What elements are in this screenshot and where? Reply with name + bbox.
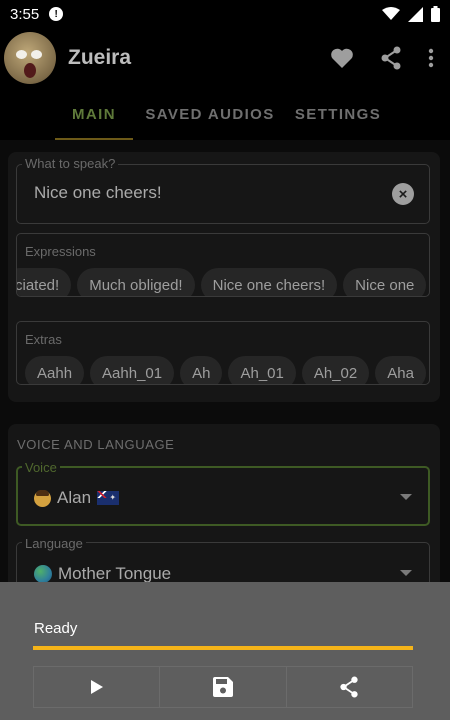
australia-flag-icon	[97, 491, 120, 505]
tab-saved-audios[interactable]: SAVED AUDIOS	[135, 88, 285, 140]
progress-fill	[33, 646, 413, 650]
person-emoji-icon	[34, 489, 51, 507]
language-label: Language	[22, 536, 86, 551]
signal-icon	[408, 6, 423, 22]
section-title: VOICE AND LANGUAGE	[17, 437, 175, 452]
speech-card: What to speak? Nice one cheers! × Expres…	[8, 152, 440, 402]
notification-icon: !	[49, 7, 64, 21]
chevron-down-icon	[400, 570, 412, 576]
status-icons	[382, 6, 440, 22]
share-button[interactable]	[286, 666, 413, 708]
extra-chip[interactable]: Ah	[180, 356, 223, 384]
speak-label: What to speak?	[22, 156, 119, 171]
voice-name: Alan	[57, 488, 92, 507]
battery-icon	[431, 6, 440, 22]
voice-language-card: VOICE AND LANGUAGE Voice Alan Language M…	[8, 424, 440, 602]
voice-value: Alan	[34, 488, 120, 508]
player-sheet: Ready	[0, 582, 450, 720]
progress-bar	[33, 646, 413, 650]
expression-chip[interactable]: Nice one	[343, 268, 427, 296]
expressions-title: Expressions	[25, 244, 96, 259]
status-bar: 3:55 !	[0, 0, 450, 28]
expressions-box: Expressions ciated! Much obliged! Nice o…	[16, 233, 430, 297]
globe-icon	[34, 565, 52, 583]
app-title: Zueira	[68, 46, 132, 69]
voice-label: Voice	[22, 460, 60, 475]
extras-box: Extras Aahh Aahh_01 Ah Ah_01 Ah_02 Aha	[16, 321, 430, 385]
app-bar: Zueira	[0, 28, 450, 88]
speak-value: Nice one cheers!	[34, 183, 162, 202]
save-icon	[212, 677, 233, 697]
tab-settings[interactable]: SETTINGS	[287, 88, 389, 140]
avatar	[4, 32, 56, 84]
player-controls	[33, 666, 413, 708]
share-icon	[340, 676, 358, 698]
clear-icon[interactable]: ×	[392, 183, 414, 205]
extra-chip[interactable]: Aahh	[25, 356, 85, 384]
tab-bar: MAIN SAVED AUDIOS SETTINGS	[0, 88, 450, 140]
extras-title: Extras	[25, 332, 62, 347]
extra-chip[interactable]: Aahh_01	[90, 356, 175, 384]
play-button[interactable]	[33, 666, 161, 708]
expression-chip[interactable]: Much obliged!	[77, 268, 195, 296]
tab-main[interactable]: MAIN	[55, 88, 133, 140]
extra-chip[interactable]: Aha	[375, 356, 426, 384]
player-status: Ready	[34, 620, 78, 637]
extra-chip[interactable]: Ah_01	[228, 356, 296, 384]
language-value: Mother Tongue	[34, 564, 171, 584]
play-icon	[90, 680, 103, 694]
language-name: Mother Tongue	[58, 564, 172, 583]
expression-chip[interactable]: ciated!	[17, 268, 72, 296]
extra-chip[interactable]: Ah_02	[301, 356, 370, 384]
heart-icon[interactable]	[330, 47, 354, 69]
expression-chip[interactable]: Nice one cheers!	[200, 268, 338, 296]
more-vert-icon[interactable]	[428, 48, 434, 68]
status-time: 3:55	[10, 5, 40, 23]
save-button[interactable]	[160, 666, 287, 708]
wifi-icon	[382, 7, 400, 20]
share-icon[interactable]	[380, 46, 402, 70]
chevron-down-icon	[400, 494, 412, 500]
